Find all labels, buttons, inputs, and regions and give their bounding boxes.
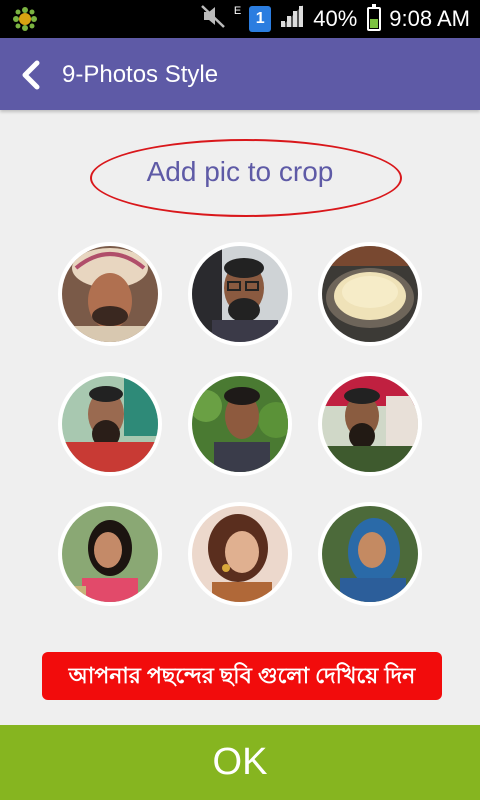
instruction-banner: আপনার পছন্দের ছবি গুলো দেখিয়ে দিন	[42, 652, 442, 700]
photo-man-with-beard-red	[62, 376, 158, 472]
network-type-label: E	[233, 5, 242, 17]
photo-man-with-glasses	[192, 246, 288, 342]
photo-man-with-plants	[192, 376, 288, 472]
photo-slot-3[interactable]	[318, 242, 422, 346]
photo-slot-7[interactable]	[58, 502, 162, 606]
status-bar: E 1 40% 9:08 AM	[0, 0, 480, 38]
ok-button[interactable]: OK	[0, 725, 480, 800]
photo-food-bread	[322, 246, 418, 342]
chevron-left-icon[interactable]	[20, 60, 42, 90]
battery-icon	[367, 4, 382, 31]
photo-man-with-turban	[62, 246, 158, 342]
photo-man-with-beard-green	[322, 376, 418, 472]
photo-slot-4[interactable]	[58, 372, 162, 476]
photo-slot-5[interactable]	[188, 372, 292, 476]
photo-slot-8[interactable]	[188, 502, 292, 606]
app-bar: 9-Photos Style	[0, 38, 480, 110]
signal-icon	[279, 3, 305, 35]
photo-slot-2[interactable]	[188, 242, 292, 346]
sim-icon: 1	[249, 6, 272, 32]
photo-woman-in-blue-scarf	[322, 506, 418, 602]
add-pic-to-crop-label[interactable]: Add pic to crop	[90, 152, 390, 192]
photo-slot-9[interactable]	[318, 502, 422, 606]
photo-girl-outdoor	[62, 506, 158, 602]
app-notification-icon	[12, 6, 38, 32]
battery-percent: 40%	[313, 6, 358, 31]
clock: 9:08 AM	[389, 6, 470, 31]
photo-slot-1[interactable]	[58, 242, 162, 346]
photo-slot-6[interactable]	[318, 372, 422, 476]
photo-woman-with-earrings	[192, 506, 288, 602]
page-title: 9-Photos Style	[62, 61, 219, 88]
mute-icon	[200, 3, 226, 35]
